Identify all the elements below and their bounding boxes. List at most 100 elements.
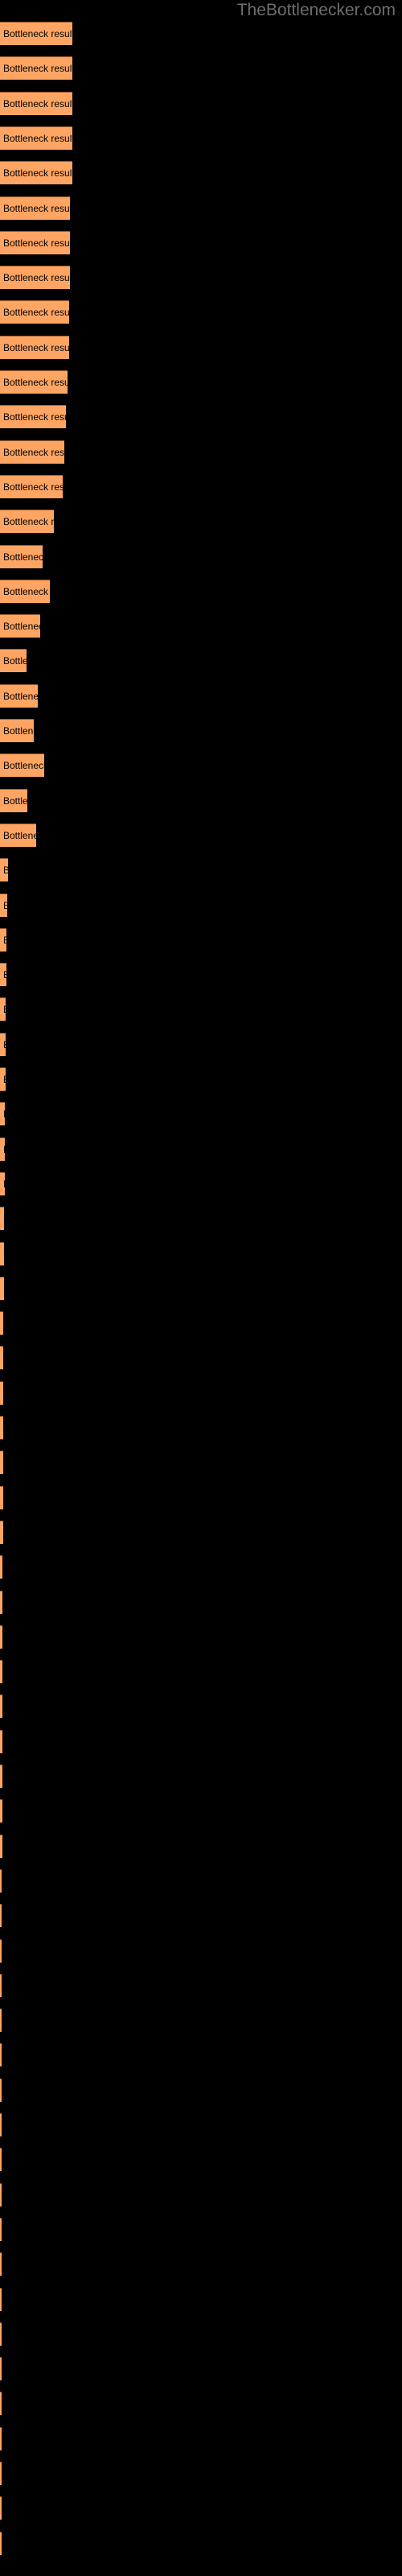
bar-row: Bottleneck result [0,2357,2,2381]
bar: Bottleneck result [0,2357,2,2381]
bar: Bottleneck result [0,1032,6,1056]
bar: Bottleneck result [0,230,70,254]
bar-label: Bottleneck result [3,481,63,493]
bar: Bottleneck result [0,1938,2,1963]
bar-row: Bottleneck result [0,300,69,324]
horizontal-bar-chart: Bottleneck result Bottleneck result Bottle… [0,0,402,2576]
bar: Bottleneck result [0,1695,2,1719]
bar-row: Bottleneck result [0,1207,4,1231]
bar: Bottleneck result [0,1102,5,1126]
bar-row: Bottleneck result [0,2426,2,2450]
bar: Bottleneck result [0,196,70,220]
bar: Bottleneck result [0,1799,2,1823]
bar-label: Bottleneck result [3,516,54,528]
bar-row: Bottleneck result [0,927,6,952]
bar-row: Bottleneck result [0,1485,3,1509]
bar: Bottleneck result [0,963,6,987]
bar: Bottleneck result [0,1451,3,1475]
bar-label: Bottleneck result [3,760,44,772]
bar: Bottleneck result [0,719,34,742]
bar-row: Bottleneck result [0,997,6,1022]
bar: Bottleneck result [0,2322,2,2346]
bar: Bottleneck result [0,474,63,498]
bar-row: Bottleneck result [0,2322,2,2346]
bar: Bottleneck result [0,1729,2,1753]
bar-label: Bottleneck result [3,28,72,39]
bar-row: Bottleneck result [0,266,70,290]
bar: Bottleneck result [0,266,70,290]
bar-row: Bottleneck result [0,2043,2,2067]
bar: Bottleneck result [0,1660,2,1684]
bar: Bottleneck result [0,335,69,359]
bar: Bottleneck result [0,2043,2,2067]
bar-row: Bottleneck result [0,196,70,220]
bar-row: Bottleneck result [0,823,36,847]
bar-label: Bottleneck result [3,934,6,947]
bar: Bottleneck result [0,1067,6,1091]
bar: Bottleneck result [0,579,50,603]
bar: Bottleneck result [0,1346,3,1370]
bar-label: Bottleneck result [3,1003,6,1016]
bar: Bottleneck result [0,1276,4,1300]
bar-label: Bottleneck result [3,1038,6,1051]
bar-row: Bottleneck result [0,753,44,778]
bar-row: Bottleneck result [0,1276,4,1300]
bar-row: Bottleneck result [0,1904,2,1928]
bar: Bottleneck result [0,2426,2,2450]
bar: Bottleneck result [0,2217,2,2241]
bar-row: Bottleneck result [0,2392,2,2416]
bar-row: Bottleneck result [0,2217,2,2241]
bar: Bottleneck result [0,2078,2,2102]
bar-row: Bottleneck result [0,2008,2,2033]
bar: Bottleneck result [0,997,6,1022]
bar: Bottleneck result [0,1207,4,1231]
bar: Bottleneck result [0,788,27,812]
bar-label: Bottleneck result [3,585,50,597]
bar-row: Bottleneck result [0,1624,2,1649]
bar: Bottleneck result [0,1904,2,1928]
bar: Bottleneck result [0,2392,2,2416]
bar-label: Bottleneck result [3,1143,5,1156]
bar-label: Bottleneck result [3,63,72,75]
bar: Bottleneck result [0,1624,2,1649]
bar-label: Bottleneck result [3,1248,4,1261]
bar: Bottleneck result [0,1520,3,1544]
bar-row: Bottleneck result [0,2252,2,2277]
bar-row: Bottleneck result [0,963,6,987]
bar-row: Bottleneck result [0,230,70,254]
bar-label: Bottleneck result [3,655,27,667]
bar: Bottleneck result [0,2182,2,2207]
bar-row: Bottleneck result [0,1241,4,1265]
bar: Bottleneck result [0,2008,2,2033]
bar-label: Bottleneck result [3,411,66,423]
bar-row: Bottleneck result [0,370,68,394]
bar: Bottleneck result [0,510,54,534]
bar-row: Bottleneck result [0,440,64,464]
bar-label: Bottleneck result [3,167,72,180]
bar: Bottleneck result [0,126,72,150]
bar-row: Bottleneck result [0,2462,2,2485]
bar: Bottleneck result [0,649,27,673]
bar-label: Bottleneck result [3,621,40,633]
bar-row: Bottleneck result [0,683,38,708]
bar-row: Bottleneck result [0,649,27,673]
bar: Bottleneck result [0,1555,2,1579]
bar: Bottleneck result [0,22,72,45]
bar: Bottleneck result [0,1765,2,1788]
bar-label: Bottleneck result [3,899,7,912]
bar-row: Bottleneck result [0,1938,2,1963]
bar-label: Bottleneck result [3,690,38,702]
bar-row: Bottleneck result [0,893,7,917]
bar-label: Bottleneck result [3,1178,5,1191]
bar-row: Bottleneck result [0,2182,2,2207]
bar: Bottleneck result [0,440,64,464]
bar-row: Bottleneck result [0,335,69,359]
bar: Bottleneck result [0,544,43,568]
bar: Bottleneck result [0,300,69,324]
bar: Bottleneck result [0,1171,5,1195]
bar-row: Bottleneck result [0,2113,2,2136]
bar-label: Bottleneck result [3,237,70,249]
bar-row: Bottleneck result [0,1868,2,1893]
bar-label: Bottleneck result [3,132,72,144]
bar-row: Bottleneck result [0,1590,2,1614]
